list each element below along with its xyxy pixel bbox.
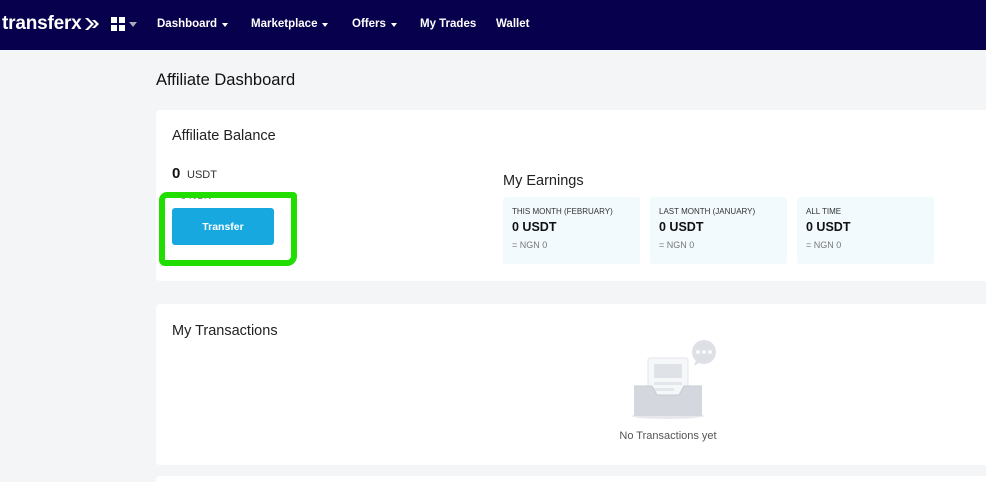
empty-state-text: No Transactions yet — [619, 430, 717, 442]
affiliate-balance-title: Affiliate Balance — [172, 128, 276, 144]
earnings-box-this-month: THIS MONTH (FEBRUARY) 0 USDT = NGN 0 — [503, 197, 640, 264]
next-card — [156, 476, 986, 482]
earnings-box-label: ALL TIME — [806, 207, 842, 216]
earnings-box-ngn: = NGN 0 — [806, 240, 842, 250]
my-earnings-title: My Earnings — [503, 173, 584, 189]
grid-icon — [111, 17, 125, 31]
earnings-box-last-month: LAST MONTH (JANUARY) 0 USDT = NGN 0 — [650, 197, 787, 264]
earnings-box-label: THIS MONTH (FEBRUARY) — [512, 207, 613, 216]
chevron-down-icon — [222, 23, 229, 27]
top-navbar: transferx Dashboard Marketplace Offers M… — [0, 0, 986, 50]
earnings-box-ngn: = NGN 0 — [512, 240, 548, 250]
balance-unit: USDT — [187, 169, 217, 181]
my-transactions-title: My Transactions — [172, 323, 278, 339]
nav-dashboard[interactable]: Dashboard — [157, 18, 229, 30]
nav-marketplace[interactable]: Marketplace — [251, 18, 329, 30]
chevron-down-icon — [322, 23, 329, 27]
logo[interactable]: transferx — [2, 13, 100, 35]
earnings-box-value: 0 USDT — [806, 220, 851, 234]
nav-my-trades[interactable]: My Trades — [420, 18, 476, 30]
logo-text: transferx — [2, 13, 82, 34]
earnings-box-value: 0 USDT — [659, 220, 704, 234]
apps-menu-button[interactable] — [111, 17, 137, 31]
earnings-box-all-time: ALL TIME 0 USDT = NGN 0 — [797, 197, 934, 264]
earnings-box-value: 0 USDT — [512, 220, 557, 234]
balance-value: 0 — [172, 165, 181, 182]
empty-inbox-icon — [632, 340, 716, 419]
earnings-box-label: LAST MONTH (JANUARY) — [659, 207, 756, 216]
transactions-card — [156, 304, 986, 465]
logo-mark-icon — [84, 18, 99, 30]
earnings-box-ngn: = NGN 0 — [659, 240, 695, 250]
nav-wallet[interactable]: Wallet — [496, 18, 529, 30]
chevron-down-icon — [129, 21, 137, 27]
chevron-down-icon — [390, 23, 397, 27]
transfer-button[interactable]: Transfer — [172, 208, 274, 245]
nav-offers[interactable]: Offers — [352, 18, 397, 30]
page-title: Affiliate Dashboard — [156, 71, 296, 89]
